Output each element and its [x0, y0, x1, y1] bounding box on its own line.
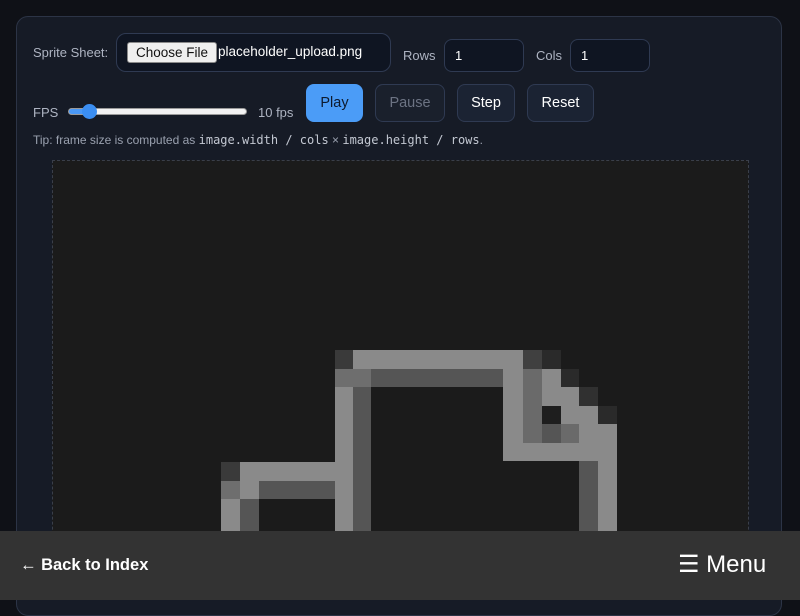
step-button[interactable]: Step — [457, 84, 515, 122]
tip-text: Tip: frame size is computed as image.wid… — [33, 133, 483, 147]
file-input[interactable]: Choose File placeholder_upload.png — [116, 33, 391, 72]
tip-prefix: Tip: frame size is computed as — [33, 133, 199, 147]
reset-button[interactable]: Reset — [527, 84, 594, 122]
pause-button[interactable]: Pause — [375, 84, 445, 122]
file-name: placeholder_upload.png — [218, 44, 363, 59]
cols-input[interactable] — [570, 39, 650, 72]
choose-file-button[interactable]: Choose File — [127, 42, 218, 63]
sprite-sheet-label: Sprite Sheet: — [33, 45, 109, 60]
fps-label: FPS — [33, 105, 59, 120]
back-to-index-link[interactable]: ← Back to Index — [20, 556, 148, 575]
play-button[interactable]: Play — [306, 84, 363, 122]
fps-value: 10 fps — [258, 105, 294, 120]
tip-suffix: . — [479, 133, 483, 147]
cols-label: Cols — [536, 48, 563, 63]
tip-code-height: image.height / rows — [342, 133, 480, 147]
fps-slider-thumb[interactable] — [81, 104, 97, 119]
tip-times: × — [328, 133, 343, 147]
tip-code-width: image.width / cols — [198, 133, 329, 147]
menu-button[interactable]: ☰ Menu — [678, 550, 766, 579]
rows-label: Rows — [403, 48, 436, 63]
rows-input[interactable] — [444, 39, 524, 72]
